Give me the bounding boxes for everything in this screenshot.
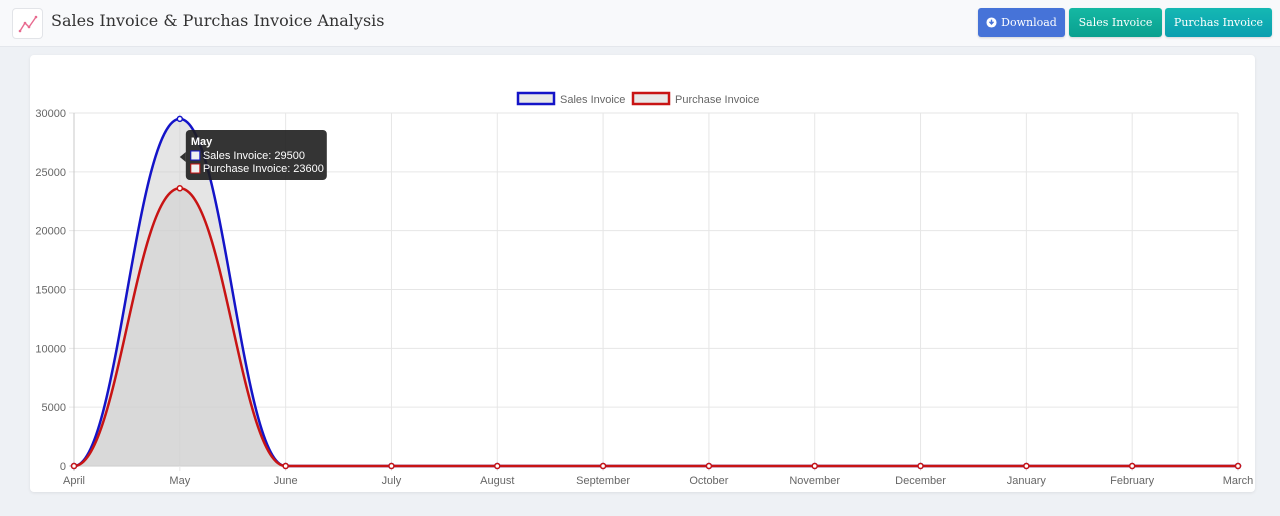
x-tick-label: July <box>382 475 402 487</box>
page-header: Sales Invoice & Purchas Invoice Analysis… <box>0 0 1280 47</box>
sales-invoice-label: Sales Invoice <box>1078 16 1153 29</box>
data-point <box>599 462 607 470</box>
data-point <box>282 462 289 470</box>
invoice-line-chart[interactable]: 0 5000 10000 15000 20000 25000 30000 April May Ju… <box>30 55 1255 492</box>
tooltip-line: Sales Invoice: 29500 <box>203 150 305 162</box>
x-tick-label: September <box>576 475 630 487</box>
x-tick-label: November <box>789 475 840 487</box>
x-tick-label: October <box>689 475 728 487</box>
data-point <box>1128 462 1136 470</box>
data-point <box>917 462 924 470</box>
tooltip-swatch <box>190 163 201 174</box>
y-tick-label: 25000 <box>35 167 66 179</box>
legend-swatch <box>631 91 671 106</box>
x-tick-label: May <box>169 475 190 487</box>
sales-invoice-button[interactable]: Sales Invoice <box>1069 8 1162 37</box>
x-tick-label: June <box>274 475 298 487</box>
data-point <box>388 462 395 470</box>
data-point <box>176 115 184 123</box>
x-tick-label: August <box>480 475 514 487</box>
download-button[interactable]: Download <box>978 8 1065 37</box>
download-icon <box>986 17 997 28</box>
series-area-2 <box>74 188 1238 466</box>
legend-label: Purchase Invoice <box>675 94 759 106</box>
line-chart-icon <box>12 8 43 39</box>
legend-swatch <box>516 91 556 106</box>
purchase-invoice-label: Purchas Invoice <box>1173 16 1264 29</box>
page-title: Sales Invoice & Purchas Invoice Analysis <box>51 11 385 30</box>
y-tick-label: 30000 <box>35 108 66 120</box>
chart-card: 0 5000 10000 15000 20000 25000 30000 April May Ju… <box>30 55 1255 492</box>
tooltip-swatch <box>190 150 201 161</box>
x-tick-label: April <box>63 475 85 487</box>
y-tick-label: 10000 <box>35 343 66 355</box>
data-point <box>1023 462 1030 470</box>
data-point <box>70 462 78 470</box>
data-point <box>176 185 184 192</box>
y-tick-label: 20000 <box>35 226 66 238</box>
tooltip-title: May <box>191 136 213 148</box>
data-point <box>1234 462 1242 470</box>
y-tick-label: 5000 <box>42 402 66 414</box>
download-label: Download <box>1001 16 1057 29</box>
data-point <box>705 462 713 470</box>
y-tick-label: 15000 <box>35 285 66 297</box>
data-point <box>811 462 818 470</box>
x-tick-label: January <box>1007 475 1047 487</box>
x-tick-label: December <box>895 475 946 487</box>
tooltip-line: Purchase Invoice: 23600 <box>203 163 324 175</box>
y-tick-label: 0 <box>60 461 66 473</box>
purchase-invoice-button[interactable]: Purchas Invoice <box>1165 8 1272 37</box>
legend-label: Sales Invoice <box>560 94 625 106</box>
data-point <box>494 462 501 470</box>
x-tick-label: February <box>1110 475 1155 487</box>
x-tick-label: March <box>1223 475 1254 487</box>
